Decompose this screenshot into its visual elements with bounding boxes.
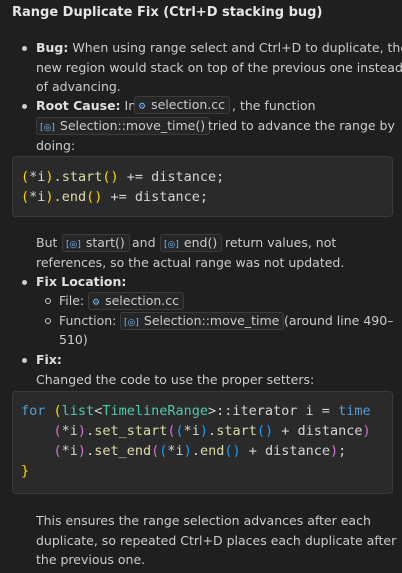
file-reference-label: selection.cc [105,293,179,308]
file-reference-chip[interactable]: ⚙ selection.cc [134,96,230,114]
file-icon: ⚙ [92,298,101,308]
symbol-icon: [◎] [124,318,139,328]
code-block[interactable]: for (list<TimelineRange>::iterator i = t… [12,391,393,494]
around-line-text: (around line 490– [284,313,394,328]
code-line: } [21,463,30,479]
file-reference-chip[interactable]: ⚙ selection.cc [88,292,184,310]
fix-label: Fix: [36,352,62,367]
and-text: and [132,235,156,250]
code-line: for (list<TimelineRange>::iterator i = t… [21,403,371,419]
symbol-reference-chip[interactable]: [◎] Selection::move_time() [36,117,211,135]
but-after-text: return values, not [225,235,337,250]
but-text: But [36,235,58,250]
function-label: Function: [59,313,117,328]
symbol-icon: [◎] [66,240,81,250]
symbol-icon: [◎] [40,123,55,133]
root-cause-after: tried to advance the range by [208,118,395,133]
file-label: File: [59,293,85,308]
fix-location-label: Fix Location: [36,274,127,289]
but-line-2: references, so the actual range was not … [36,255,345,270]
root-cause-lead: Root Cause: In [36,96,136,116]
code-line: (*i).set_end((*i).end() + distance); [53,443,347,459]
code-line: (*i).start() += distance; [21,169,225,185]
bullet-dot [22,46,27,51]
response-title: Range Duplicate Fix (Ctrl+D stacking bug… [12,5,323,20]
start-reference-label: start() [85,235,125,250]
summary-line-2: duplicate, so repeated Ctrl+D places eac… [36,533,397,548]
bug-line-3: of advancing. [36,79,121,94]
chat-response: Range Duplicate Fix (Ctrl+D stacking bug… [0,0,402,573]
bullet-dot [22,280,27,285]
symbol-icon: [◎] [164,240,179,250]
code-block[interactable]: (*i).start() += distance; (*i).end() += … [12,156,393,217]
root-cause-the-function: , the function [232,98,316,113]
symbol-reference-chip[interactable]: [◎] Selection::move_time [120,312,285,330]
sub-bullet-circle [45,318,51,324]
function-reference-label: Selection::move_time [143,313,280,328]
symbol-reference-label: Selection::move_time() [59,118,206,133]
sub-bullet-circle [45,298,51,304]
file-icon: ⚙ [138,102,147,112]
bullet-dot [22,358,27,363]
symbol-reference-chip[interactable]: [◎] end() [160,234,223,252]
bug-label: Bug: [36,40,69,55]
code-line: (*i).set_start((*i).start() + distance) [53,423,371,439]
bug-text-1: When using range select and Ctrl+D to du… [72,40,402,55]
summary-line-3: the previous one. [36,552,146,567]
summary-line-1: This ensures the range selection advance… [36,513,371,528]
around-line-text-2: 510) [59,332,88,347]
file-reference-label: selection.cc [151,97,225,112]
bullet-dot [22,104,27,109]
root-cause-doing: doing: [36,138,76,153]
bug-line-1: Bug: When using range select and Ctrl+D … [36,38,402,58]
symbol-reference-chip[interactable]: [◎] start() [62,234,130,252]
end-reference-label: end() [183,235,218,250]
root-cause-label: Root Cause: [36,98,121,113]
fix-description: Changed the code to use the proper sette… [36,372,315,387]
code-line: (*i).end() += distance; [21,189,209,205]
bug-line-2: new region would stack on top of the pre… [36,60,402,75]
